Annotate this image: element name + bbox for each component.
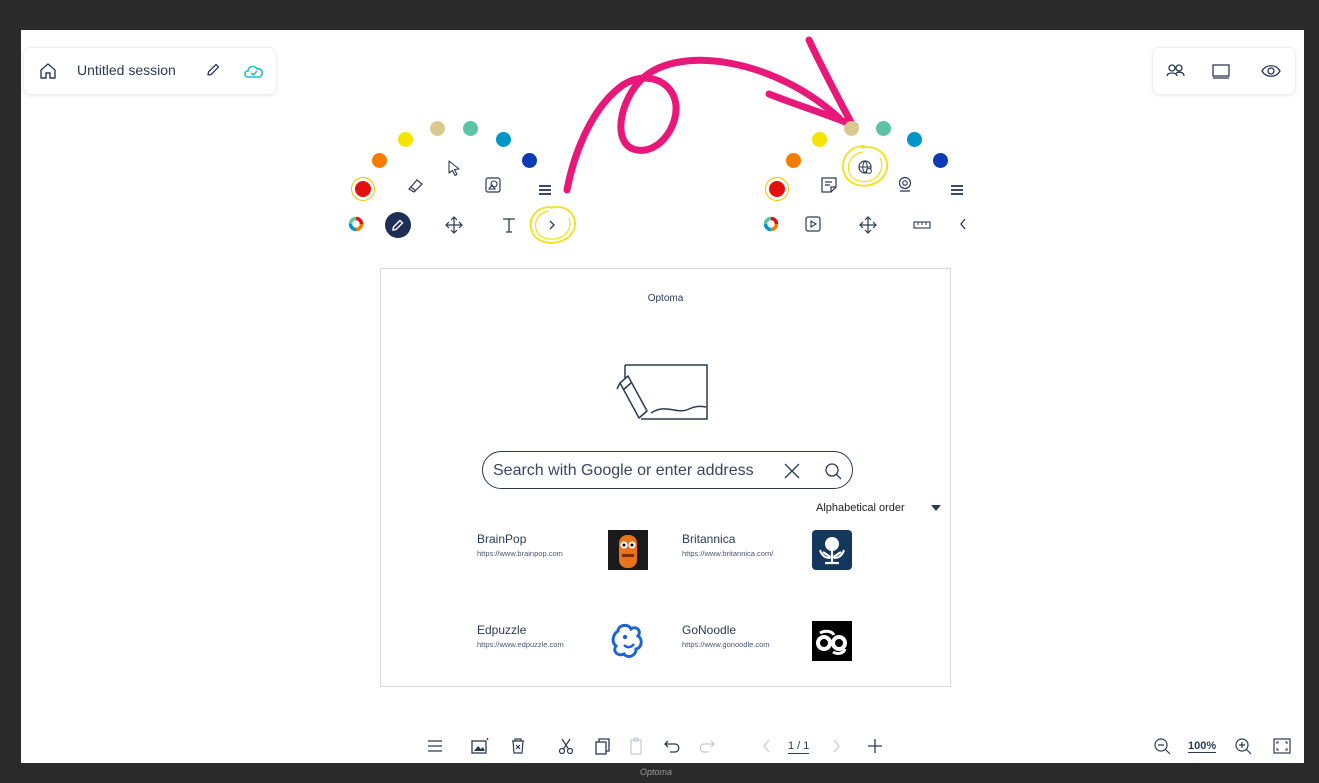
display-bezel-right [1304,0,1319,783]
session-bar: Untitled session [23,47,277,95]
search-icon[interactable] [823,461,843,481]
color-blue-swatch[interactable] [522,153,537,168]
menu-icon[interactable] [425,736,445,756]
insert-image-icon[interactable] [470,736,490,756]
chevron-right-icon [549,220,555,230]
color-yellow-swatch[interactable] [398,132,413,147]
color-cyan-swatch[interactable] [496,132,511,147]
device-brand: Optoma [640,767,673,777]
britannica-logo[interactable] [812,530,852,570]
rename-pencil-icon[interactable] [204,61,222,79]
pink-arrow-annotation [563,36,859,194]
site-url: https://www.edpuzzle.com [477,640,564,649]
site-name: Britannica [682,532,736,546]
cloud-saved-icon[interactable] [242,60,266,82]
browser-title: Optoma [647,293,684,304]
gonoodle-logo[interactable] [812,621,852,661]
site-url: https://www.brainpop.com [477,549,563,558]
display-bezel-left [0,0,21,783]
site-url: https://www.britannica.com/ [682,549,774,558]
site-name: GoNoodle [682,623,737,637]
home-icon[interactable] [38,61,58,81]
delete-icon[interactable] [508,736,528,756]
zoom-out-icon[interactable] [1152,736,1172,756]
menu-icon[interactable] [949,183,965,197]
chevron-left-icon[interactable] [957,216,969,232]
whiteboard-screen: Untitled session Optoma Search with Goog… [21,30,1304,763]
ruler-icon[interactable] [912,219,932,231]
site-name: Edpuzzle [477,623,527,637]
zoom-in-icon[interactable] [1233,736,1253,756]
move-icon[interactable] [857,214,879,236]
paste-icon [630,737,642,755]
edpuzzle-logo[interactable] [608,621,648,661]
fullscreen-icon[interactable] [1272,736,1292,756]
view-icon[interactable] [1260,61,1282,81]
screen-share-icon[interactable] [1210,61,1232,81]
clear-icon[interactable] [782,461,802,481]
color-teal-swatch[interactable] [463,121,478,136]
copy-icon[interactable] [592,736,612,756]
eraser-icon[interactable] [405,176,425,194]
camera-icon[interactable] [895,174,915,194]
caret-down-icon[interactable] [931,505,941,511]
redo-icon [699,740,715,753]
display-tools-bar [1152,47,1296,95]
expand-toolbar-button[interactable] [524,202,580,248]
color-red-swatch[interactable] [355,181,371,197]
color-orange-swatch[interactable] [372,153,387,168]
sort-dropdown[interactable]: Alphabetical order [816,502,905,514]
participants-icon[interactable] [1165,61,1187,81]
media-icon[interactable] [803,214,823,234]
address-search-input[interactable] [491,458,775,484]
color-wheel-icon[interactable] [762,215,780,233]
color-orange-swatch[interactable] [786,153,801,168]
site-name: BrainPop [477,532,527,546]
color-cyan-swatch[interactable] [907,132,922,147]
color-wheel-icon[interactable] [347,215,365,233]
shapes-icon[interactable] [484,176,502,194]
bottom-toolbar: 1 / 1 100% [21,730,1304,760]
color-red-swatch[interactable] [769,181,785,197]
color-blue-swatch[interactable] [933,153,948,168]
color-yellow-swatch[interactable] [812,132,827,147]
color-teal-swatch[interactable] [876,121,891,136]
pen-icon [392,219,404,231]
pen-tool-button[interactable] [385,212,411,238]
text-icon[interactable] [499,214,519,236]
globe-icon [858,160,872,174]
session-title[interactable]: Untitled session [77,62,176,78]
select-cursor-icon[interactable] [446,159,462,177]
browser-window: Optoma Alphabetical order BrainPop https… [380,268,951,687]
display-bezel-top [0,0,1319,30]
site-url: https://www.gonoodle.com [682,640,770,649]
move-icon[interactable] [443,214,465,236]
address-search-bar[interactable] [482,451,853,489]
add-page-icon[interactable] [865,736,885,756]
zoom-level[interactable]: 100% [1188,740,1217,753]
color-tan-swatch[interactable] [430,121,445,136]
color-tan-swatch[interactable] [844,121,859,136]
cut-icon[interactable] [556,736,576,756]
whiteboard-logo-icon [616,364,708,420]
undo-icon[interactable] [662,736,682,756]
next-page-icon [833,739,840,753]
page-indicator[interactable]: 1 / 1 [788,740,810,754]
brainpop-logo[interactable] [608,530,648,570]
browser-tool-button[interactable] [833,142,893,192]
previous-page-icon [763,739,770,753]
